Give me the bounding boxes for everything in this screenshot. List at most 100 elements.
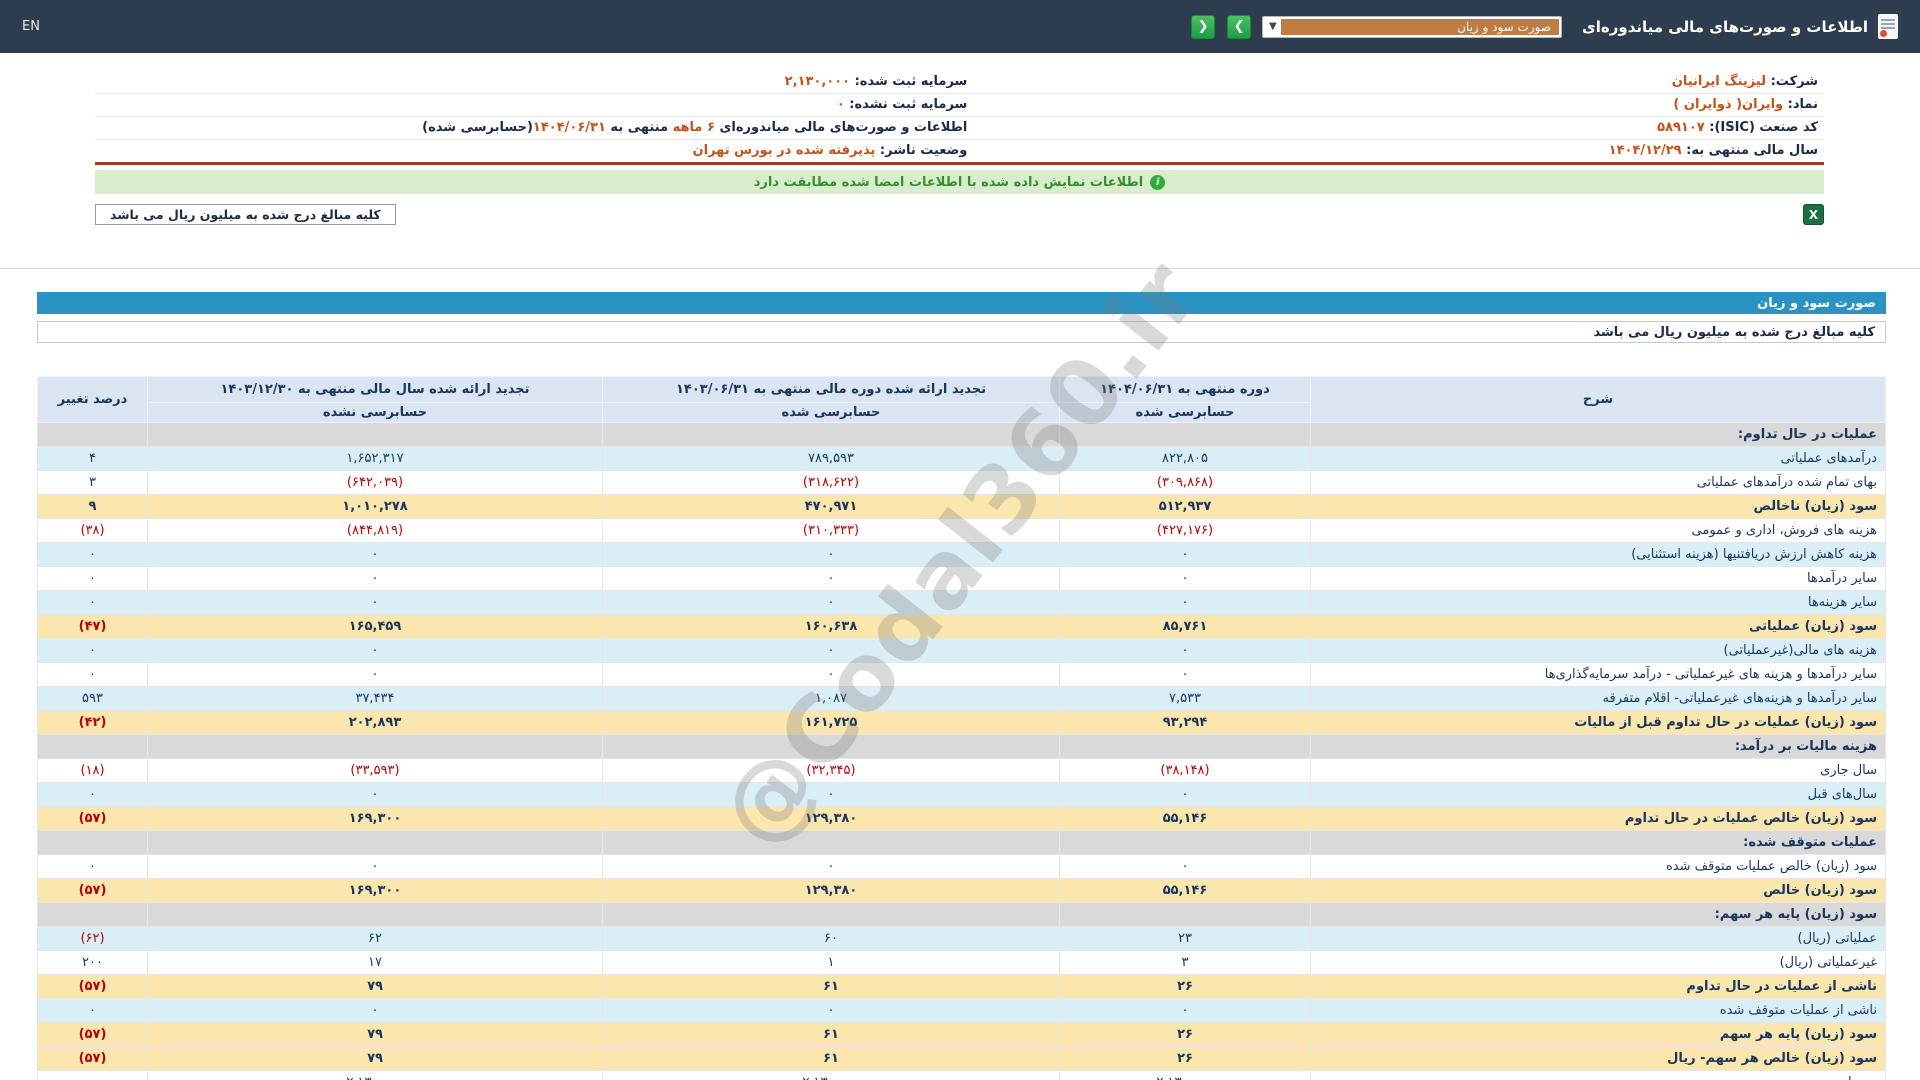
row-value: (۳۱۸,۶۲۲) (602, 470, 1060, 495)
row-value: ۶۱ (602, 1046, 1060, 1071)
row-value: ۱,۰۱۰,۲۷۸ (147, 494, 603, 519)
info-label: اطلاعات و صورت‌های مالی میاندوره‌ای (714, 120, 968, 135)
row-value: ۲,۱۳۰,۰۰۰ (1059, 1070, 1311, 1080)
info-value: لیزینگ ایرانیان (1671, 73, 1767, 89)
row-value: ۶۰ (602, 926, 1060, 951)
info-label: سال مالی منتهی به: (1681, 143, 1818, 159)
excel-export-icon[interactable]: X (1803, 204, 1824, 225)
row-value (602, 422, 1060, 447)
row-label: سود (زیان) پایه هر سهم (1310, 1022, 1886, 1047)
row-label: درآمدهای عملیاتی (1310, 446, 1886, 471)
row-value: ۰ (147, 854, 603, 879)
row-value (602, 902, 1060, 927)
row-value: ۱۲۹,۳۸۰ (602, 806, 1060, 831)
info-value: ۵۸۹۱۰۷ (1657, 120, 1705, 135)
report-type-select[interactable]: صورت سود و زیان ▼ (1262, 15, 1563, 38)
row-value: ۳ (37, 470, 148, 495)
row-label: هزینه های فروش، اداری و عمومی (1310, 518, 1886, 543)
row-value: ۰ (602, 638, 1060, 663)
row-value: ۵۵,۱۴۶ (1059, 878, 1311, 903)
row-value: ۰ (1059, 638, 1311, 663)
row-label: سایر هزینه‌ها (1310, 590, 1886, 615)
page-title: اطلاعات و صورت‌های مالی میاندوره‌ای (1582, 17, 1868, 36)
row-value: (۴۲) (37, 710, 148, 735)
col-header-percent-change: درصد تغییر (37, 376, 148, 423)
table-row: سود (زیان) خالص هر سهم- ریال ۲۶ ۶۱ ۷۹ (۵۷) (37, 1046, 1886, 1071)
row-label: بهای تمام شده درآمدهای عملیاتی (1310, 470, 1886, 495)
row-label: سایر درآمدها و هزینه‌های غیرعملیاتی- اقل… (1310, 686, 1886, 711)
section-divider (0, 268, 1920, 269)
row-value: ۲۳ (1059, 926, 1311, 951)
company-info-body: شرکت: لیزینگ ایرانیان سرمایه ثبت شده: ۲,۱… (95, 70, 1824, 162)
row-value: ۰ (602, 590, 1060, 615)
row-label: عملیات متوقف شده: (1310, 830, 1886, 855)
row-value (147, 902, 603, 927)
row-value: (۳۰۹,۸۶۸) (1059, 470, 1311, 495)
row-value: ۷۹ (147, 1022, 603, 1047)
info-cell: سال مالی منتهی به: ۱۴۰۴/۱۲/۲۹ (973, 138, 1824, 162)
table-row: ناشی از عملیات متوقف شده ۰ ۰ ۰ ۰ (37, 998, 1886, 1023)
row-value: ۸۲۲,۸۰۵ (1059, 446, 1311, 471)
row-value: ۵۵,۱۴۶ (1059, 806, 1311, 831)
row-value: ۰ (147, 998, 603, 1023)
row-value: ۴۷۰,۹۷۱ (602, 494, 1060, 519)
row-value: ۰ (147, 662, 603, 687)
section-row: سود (زیان) پایه هر سهم: (37, 902, 1886, 927)
row-label: عملیات در حال تداوم: (1310, 422, 1886, 447)
row-value: ۶۲ (147, 926, 603, 951)
row-label: سود (زیان) خالص (1310, 878, 1886, 903)
row-value: (۵۷) (37, 878, 148, 903)
col-header-description: شرح (1310, 376, 1886, 423)
row-value: ۰ (37, 590, 148, 615)
row-label: سود (زیان) پایه هر سهم: (1310, 902, 1886, 927)
chevron-down-icon: ▼ (1269, 21, 1277, 32)
row-value: ۶۱ (602, 1022, 1060, 1047)
row-value: ۰ (1059, 662, 1311, 687)
next-report-button[interactable]: ❯ (1227, 14, 1252, 39)
table-row: سال جاری (۳۸,۱۴۸) (۳۲,۳۴۵) (۳۳,۵۹۳) (۱۸) (37, 758, 1886, 783)
row-value: ۰ (602, 542, 1060, 567)
row-value: ۰ (602, 854, 1060, 879)
section-row: هزینه مالیات بر درآمد: (37, 734, 1886, 759)
row-value (1059, 422, 1311, 447)
row-value: ۱ (602, 950, 1060, 975)
row-value: ۱۶۰,۶۳۸ (602, 614, 1060, 639)
row-value: (۳۸,۱۴۸) (1059, 758, 1311, 783)
info-label: منتهی به (605, 120, 673, 135)
info-label: سرمایه ثبت شده: (850, 73, 968, 89)
row-value: ۲,۱۳۰,۰۰۰ (602, 1070, 1060, 1080)
table-row: سود (زیان) ناخالص ۵۱۲,۹۳۷ ۴۷۰,۹۷۱ ۱,۰۱۰,۲۷۸… (37, 494, 1886, 519)
income-statement-table: شرح دوره منتهی به ۱۴۰۴/۰۶/۳۱ تجدید ارائه… (37, 376, 1886, 1080)
row-value (147, 830, 603, 855)
info-row: نماد: وایران( ذوایران ) سرمایه ثبت نشده: … (95, 92, 1824, 116)
info-label: شرکت: (1766, 73, 1818, 89)
info-cell: کد صنعت (ISIC): ۵۸۹۱۰۷ (973, 115, 1824, 139)
col-subheader-audited-1: حسابرسی شده (1059, 402, 1311, 423)
info-label: وضعیت ناشر: (875, 143, 968, 159)
table-row: سال‌های قبل ۰ ۰ ۰ ۰ (37, 782, 1886, 807)
company-info-panel: شرکت: لیزینگ ایرانیان سرمایه ثبت شده: ۲,۱… (95, 70, 1824, 165)
row-value: ۰ (1059, 590, 1311, 615)
row-value: ۱۶۱,۷۲۵ (602, 710, 1060, 735)
language-toggle-en[interactable]: EN (22, 19, 40, 34)
row-value: (۵۷) (37, 1022, 148, 1047)
row-value: ۰ (1059, 566, 1311, 591)
info-value: ۱۴۰۴/۰۶/۳۱ (532, 120, 606, 135)
info-cell: اطلاعات و صورت‌های مالی میاندوره‌ای ۶ ما… (95, 115, 974, 139)
row-value: ۴ (37, 446, 148, 471)
row-value: ۰ (37, 542, 148, 567)
table-row: درآمدهای عملیاتی ۸۲۲,۸۰۵ ۷۸۹,۵۹۳ ۱,۶۵۲,۳۱۷ ۴ (37, 446, 1886, 471)
row-label: هزینه مالیات بر درآمد: (1310, 734, 1886, 759)
row-value: ۱,۰۸۷ (602, 686, 1060, 711)
signed-info-banner: i اطلاعات نمایش داده شده با اطلاعات امضا… (95, 170, 1824, 194)
row-value: ۰ (147, 782, 603, 807)
previous-report-button[interactable]: ❮ (1191, 14, 1216, 39)
row-value (37, 902, 148, 927)
row-label: سرمایه (1310, 1070, 1886, 1080)
table-row: سود (زیان) خالص ۵۵,۱۴۶ ۱۲۹,۳۸۰ ۱۶۹,۳۰۰ (۵۷) (37, 878, 1886, 903)
row-value: ۹۳,۲۹۴ (1059, 710, 1311, 735)
row-value: ۱۶۵,۴۵۹ (147, 614, 603, 639)
row-label: ناشی از عملیات در حال تداوم (1310, 974, 1886, 999)
row-label: سود (زیان) عملیاتی (1310, 614, 1886, 639)
row-value (37, 422, 148, 447)
